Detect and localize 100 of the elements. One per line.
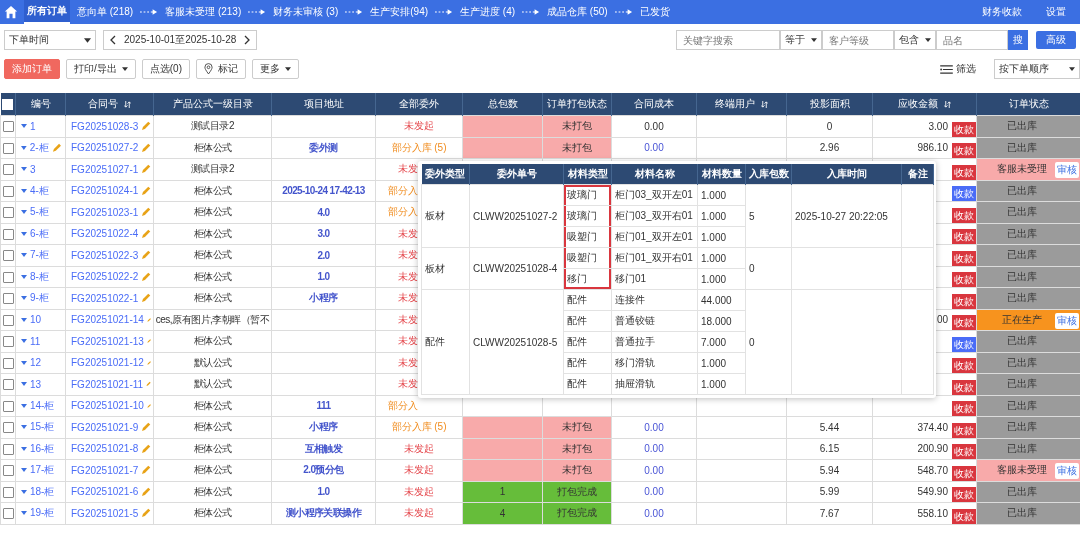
expand-caret-icon[interactable]	[21, 210, 27, 215]
row-checkbox[interactable]	[3, 379, 14, 391]
row-checkbox[interactable]	[3, 443, 14, 455]
operator-select[interactable]: 等于	[780, 30, 822, 50]
payment-badge[interactable]: 收款	[952, 315, 976, 330]
search-button[interactable]: 搜	[1008, 30, 1028, 50]
keyword-search-field[interactable]: 关键字搜索	[676, 30, 780, 50]
payment-badge[interactable]: 收款	[952, 250, 976, 265]
sort-icon[interactable]	[944, 100, 951, 108]
nav-tab[interactable]: 客服未受理 (213)	[162, 0, 245, 24]
row-checkbox[interactable]	[3, 400, 14, 412]
time-field-select[interactable]: 下单时间	[4, 30, 96, 50]
sort-order-select[interactable]: 按下单顺序	[994, 59, 1080, 79]
expand-caret-icon[interactable]	[21, 339, 27, 344]
nav-tab[interactable]: 所有订单	[24, 0, 70, 24]
pencil-icon[interactable]	[51, 142, 61, 153]
pencil-icon[interactable]	[141, 293, 151, 304]
payment-badge[interactable]: 收款	[952, 336, 976, 351]
chevron-left-icon[interactable]	[110, 35, 116, 45]
pencil-icon[interactable]	[141, 271, 151, 282]
nav-tab[interactable]: 生产进度 (4)	[457, 0, 519, 24]
pencil-icon[interactable]	[141, 121, 151, 132]
row-checkbox[interactable]	[3, 357, 14, 369]
row-checkbox[interactable]	[3, 142, 14, 154]
payment-badge[interactable]: 收款	[952, 272, 976, 287]
product-name-field[interactable]: 品名	[936, 30, 1008, 50]
select-all-checkbox[interactable]	[2, 98, 14, 110]
pencil-icon[interactable]	[141, 228, 151, 239]
pencil-icon[interactable]	[141, 250, 151, 261]
payment-badge[interactable]: 收款	[952, 229, 976, 244]
expand-caret-icon[interactable]	[21, 446, 27, 451]
operator-select[interactable]: 包含	[894, 30, 936, 50]
payment-badge[interactable]: 收款	[952, 143, 976, 158]
expand-caret-icon[interactable]	[21, 274, 27, 279]
row-checkbox[interactable]	[3, 121, 14, 133]
pencil-icon[interactable]	[141, 508, 151, 519]
expand-caret-icon[interactable]	[21, 360, 27, 365]
row-checkbox[interactable]	[3, 293, 14, 305]
row-checkbox[interactable]	[3, 336, 14, 348]
payment-badge[interactable]: 收款	[952, 422, 976, 437]
expand-caret-icon[interactable]	[21, 231, 27, 236]
sort-icon[interactable]	[124, 100, 131, 108]
review-button[interactable]: 审核	[1055, 312, 1079, 329]
nav-tab[interactable]: 已发货	[636, 0, 673, 24]
nav-link[interactable]: 财务收款	[972, 5, 1032, 19]
nav-link[interactable]: 设置	[1036, 5, 1076, 19]
pencil-icon[interactable]	[141, 422, 151, 433]
expand-caret-icon[interactable]	[21, 489, 27, 494]
payment-badge[interactable]: 收款	[952, 207, 976, 222]
payment-badge[interactable]: 收款	[952, 487, 976, 502]
dropdown-button[interactable]: 打印/导出	[66, 59, 136, 79]
nav-tab[interactable]: 财务未审核 (3)	[270, 0, 342, 24]
nav-tab[interactable]: 意向单 (218)	[74, 0, 137, 24]
expand-caret-icon[interactable]	[21, 296, 27, 301]
customer-level-field[interactable]: 客户等级	[822, 30, 894, 50]
expand-caret-icon[interactable]	[21, 253, 27, 258]
nav-tab[interactable]: 生产安排(94)	[367, 0, 432, 24]
review-button[interactable]: 审核	[1055, 463, 1079, 479]
expand-caret-icon[interactable]	[21, 382, 27, 387]
pencil-icon[interactable]	[141, 207, 151, 218]
payment-badge[interactable]: 收款	[952, 379, 976, 394]
expand-caret-icon[interactable]	[21, 425, 27, 430]
pick-button[interactable]: 点选(0)	[141, 59, 190, 79]
row-checkbox[interactable]	[3, 486, 14, 498]
dropdown-button[interactable]: 更多	[252, 59, 299, 79]
payment-badge[interactable]: 收款	[952, 121, 976, 136]
payment-badge[interactable]: 收款	[952, 186, 976, 201]
pencil-icon[interactable]	[141, 164, 151, 175]
expand-caret-icon[interactable]	[21, 317, 27, 322]
expand-caret-icon[interactable]	[21, 468, 27, 473]
expand-caret-icon[interactable]	[21, 145, 27, 150]
filter-button[interactable]: 筛选	[934, 61, 982, 77]
expand-caret-icon[interactable]	[21, 403, 27, 408]
row-checkbox[interactable]	[3, 185, 14, 197]
row-checkbox[interactable]	[3, 228, 14, 240]
row-checkbox[interactable]	[3, 314, 14, 326]
mark-button[interactable]: 标记	[196, 59, 246, 79]
payment-badge[interactable]: 收款	[952, 358, 976, 373]
row-checkbox[interactable]	[3, 271, 14, 283]
home-icon[interactable]	[4, 5, 18, 19]
pencil-icon[interactable]	[141, 185, 151, 196]
pencil-icon[interactable]	[141, 142, 151, 153]
pencil-icon[interactable]	[141, 465, 151, 476]
payment-badge[interactable]: 收款	[952, 465, 976, 480]
add-order-button[interactable]: 添加订单	[4, 59, 60, 79]
expand-caret-icon[interactable]	[21, 188, 27, 193]
nav-tab[interactable]: 成品仓库 (50)	[544, 0, 611, 24]
expand-caret-icon[interactable]	[21, 167, 27, 172]
payment-badge[interactable]: 收款	[952, 508, 976, 523]
sort-icon[interactable]	[761, 100, 768, 108]
row-checkbox[interactable]	[3, 207, 14, 219]
row-checkbox[interactable]	[3, 508, 14, 520]
row-checkbox[interactable]	[3, 164, 14, 176]
row-checkbox[interactable]	[3, 465, 14, 477]
date-range-picker[interactable]: 2025-10-01至2025-10-28	[103, 30, 258, 50]
expand-caret-icon[interactable]	[21, 124, 27, 129]
pencil-icon[interactable]	[141, 443, 151, 454]
review-button[interactable]: 审核	[1055, 162, 1079, 178]
payment-badge[interactable]: 收款	[952, 164, 976, 179]
payment-badge[interactable]: 收款	[952, 444, 976, 459]
